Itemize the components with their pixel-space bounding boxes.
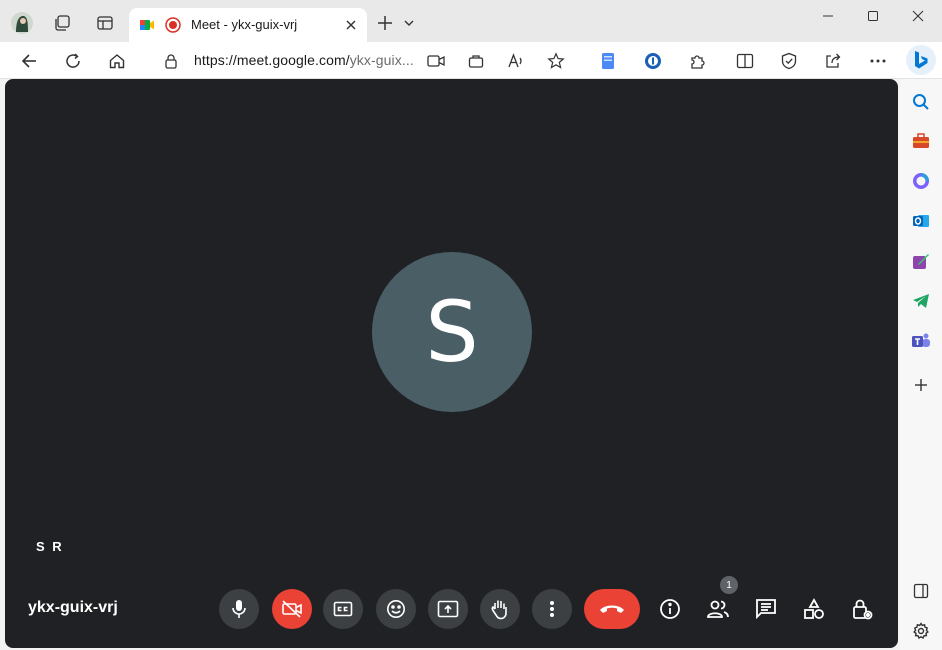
present-button[interactable] xyxy=(428,589,468,629)
url-host: https://meet.google.com/ xyxy=(194,52,350,68)
people-button[interactable] xyxy=(698,589,738,629)
new-tab-icon[interactable] xyxy=(375,13,395,33)
settings-icon[interactable] xyxy=(910,620,932,642)
activities-icon xyxy=(803,598,825,620)
microsoft365-icon[interactable] xyxy=(910,170,932,192)
read-aloud-icon[interactable] xyxy=(506,51,526,71)
workspaces-icon[interactable] xyxy=(52,13,72,33)
present-icon xyxy=(437,600,459,618)
close-tab-icon[interactable] xyxy=(343,17,359,33)
mic-icon xyxy=(230,599,248,619)
designer-icon[interactable] xyxy=(910,250,932,272)
add-icon[interactable] xyxy=(910,374,932,396)
host-controls-icon xyxy=(851,598,873,620)
emoji-icon xyxy=(386,599,406,619)
extensions-icon[interactable] xyxy=(688,51,708,71)
split-screen-icon[interactable] xyxy=(735,51,755,71)
meet-favicon xyxy=(139,17,155,33)
participant-name: S R xyxy=(36,539,64,554)
people-count-badge: 1 xyxy=(720,576,738,594)
maximize-icon[interactable] xyxy=(863,6,883,26)
hide-sidebar-icon[interactable] xyxy=(910,580,932,602)
password-manager-icon[interactable] xyxy=(643,51,663,71)
share-icon[interactable] xyxy=(823,51,843,71)
lock-icon[interactable] xyxy=(162,52,180,70)
back-icon[interactable] xyxy=(18,50,40,72)
edge-sidebar xyxy=(900,79,942,650)
browser-essentials-icon[interactable] xyxy=(779,51,799,71)
search-icon[interactable] xyxy=(910,91,932,113)
outlook-icon[interactable] xyxy=(910,210,932,232)
meeting-code: ykx-guix-vrj xyxy=(28,599,118,616)
extension-doc-icon[interactable] xyxy=(598,51,618,71)
tab-title: Meet - ykx-guix-vrj xyxy=(191,17,298,32)
camera-permission-icon[interactable] xyxy=(426,51,446,71)
chat-button[interactable] xyxy=(746,589,786,629)
recording-icon xyxy=(164,16,182,34)
address-bar[interactable]: https://meet.google.com/ykx-guix... xyxy=(194,52,414,68)
app-available-icon[interactable] xyxy=(466,51,486,71)
people-icon xyxy=(706,599,730,619)
mic-button[interactable] xyxy=(219,589,259,629)
url-path: ykx-guix... xyxy=(349,52,414,68)
activities-button[interactable] xyxy=(794,589,834,629)
camera-off-icon xyxy=(281,599,303,619)
participant-avatar: S xyxy=(372,252,532,412)
raise-hand-icon xyxy=(490,598,510,620)
profile-icon[interactable] xyxy=(10,11,34,35)
window-close-icon[interactable] xyxy=(908,6,928,26)
home-icon[interactable] xyxy=(106,50,128,72)
minimize-icon[interactable] xyxy=(818,6,838,26)
browser-toolbar: https://meet.google.com/ykx-guix... xyxy=(0,42,942,79)
refresh-icon[interactable] xyxy=(62,50,84,72)
meeting-info-button[interactable] xyxy=(650,589,690,629)
meet-stage: S S R ykx-guix-vrj 1 xyxy=(5,79,898,648)
chat-icon xyxy=(755,598,777,620)
copilot-icon[interactable] xyxy=(906,45,936,75)
end-call-icon xyxy=(599,603,625,615)
tab-list-icon[interactable] xyxy=(402,16,416,30)
more-options-icon xyxy=(550,600,554,618)
host-controls-button[interactable] xyxy=(842,589,882,629)
telegram-icon[interactable] xyxy=(910,290,932,312)
captions-button[interactable] xyxy=(323,589,363,629)
teams-icon[interactable] xyxy=(910,330,932,352)
captions-icon xyxy=(333,601,353,617)
tools-icon[interactable] xyxy=(910,130,932,152)
favorite-icon[interactable] xyxy=(546,51,566,71)
camera-button[interactable] xyxy=(272,589,312,629)
emoji-button[interactable] xyxy=(376,589,416,629)
tab-actions-icon[interactable] xyxy=(95,13,115,33)
more-icon[interactable] xyxy=(868,51,888,71)
end-call-button[interactable] xyxy=(584,589,640,629)
title-bar: Meet - ykx-guix-vrj xyxy=(0,0,942,42)
more-options-button[interactable] xyxy=(532,589,572,629)
info-icon xyxy=(659,598,681,620)
active-tab[interactable]: Meet - ykx-guix-vrj xyxy=(129,8,367,42)
raise-hand-button[interactable] xyxy=(480,589,520,629)
